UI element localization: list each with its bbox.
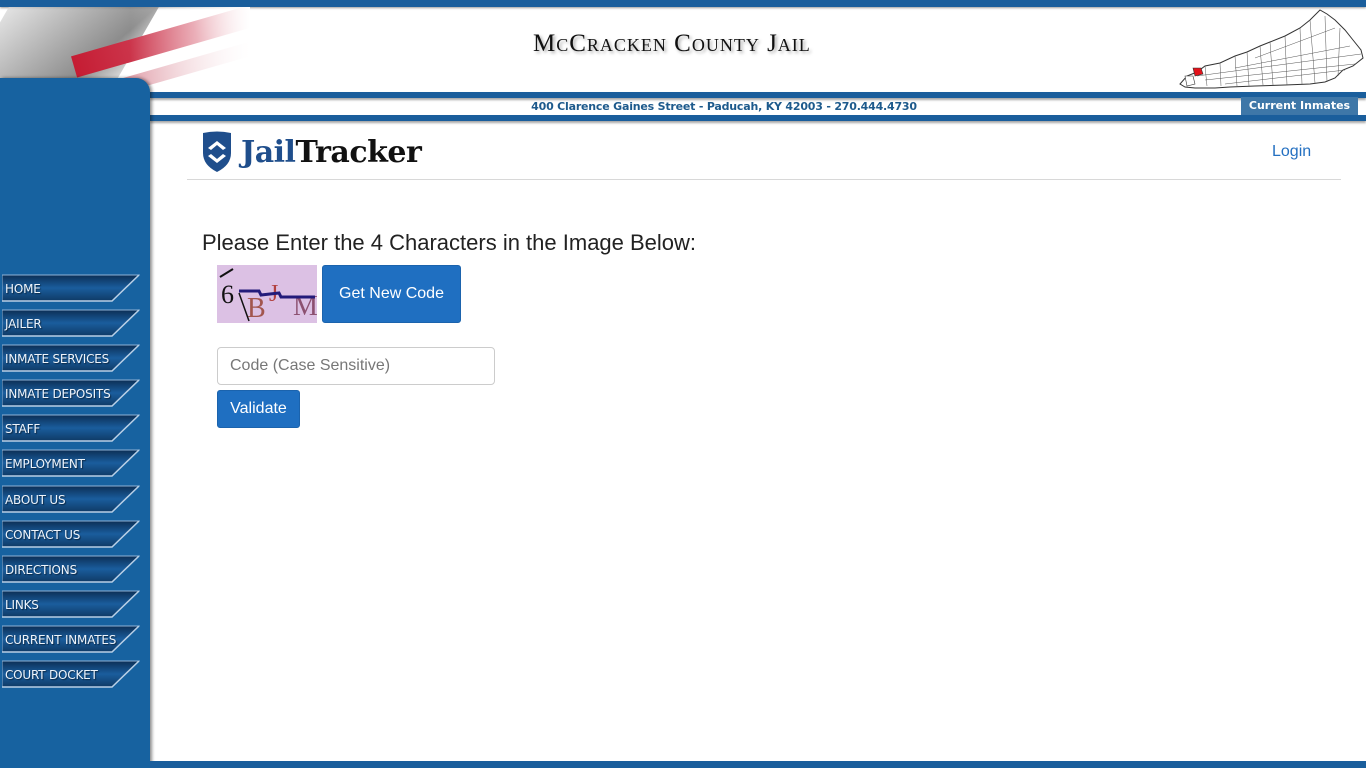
sidebar-item-label: INMATE DEPOSITS — [5, 387, 111, 402]
sidebar-item-label: DIRECTIONS — [5, 562, 77, 577]
logo-jail-text: Jail — [241, 134, 296, 170]
header-divider — [150, 115, 1366, 121]
sidebar-item-label: CURRENT INMATES — [5, 632, 117, 647]
top-stripe — [0, 0, 1366, 7]
sidebar-item-label: LINKS — [5, 597, 39, 612]
sidebar-item-label: ABOUT US — [5, 492, 66, 507]
sidebar-item-label: JAILER — [5, 317, 42, 332]
sidebar-item-inmate-services[interactable]: INMATE SERVICES — [2, 344, 142, 372]
sidebar-item-jailer[interactable]: JAILER — [2, 309, 142, 337]
login-link[interactable]: Login — [1272, 143, 1311, 161]
page: McCracken County Jail 400 Clarence Gaine… — [0, 0, 1366, 768]
sidebar-item-label: COURT DOCKET — [5, 668, 98, 683]
sidebar-item-label: STAFF — [5, 422, 41, 437]
header-divider-line — [187, 179, 1341, 180]
sidebar-item-contact-us[interactable]: CONTACT US — [2, 520, 142, 548]
jailtracker-shield-icon — [203, 131, 231, 172]
sidebar: HOME JAILER INMATE SERVICES INMATE DEPOSITS… — [0, 78, 150, 768]
sidebar-item-links[interactable]: LINKS — [2, 590, 142, 618]
captcha-prompt: Please Enter the 4 Characters in the Ima… — [202, 230, 697, 255]
captcha-char: 6 — [221, 280, 234, 309]
sidebar-item-label: CONTACT US — [5, 527, 81, 542]
kentucky-map-icon — [1179, 9, 1364, 89]
captcha-code-input[interactable] — [217, 347, 495, 385]
validate-button[interactable]: Validate — [217, 390, 300, 428]
sidebar-item-inmate-deposits[interactable]: INMATE DEPOSITS — [2, 379, 142, 408]
captcha-image: 6 B J M — [217, 265, 317, 323]
sidebar-item-home[interactable]: HOME — [2, 274, 142, 302]
logo-tracker-text: Tracker — [295, 134, 422, 170]
sidebar-nav: HOME JAILER INMATE SERVICES INMATE DEPOSITS… — [2, 274, 142, 695]
current-inmates-tab[interactable]: Current Inmates — [1241, 97, 1358, 115]
address-line: 400 Clarence Gaines Street - Paducah, KY… — [531, 100, 917, 113]
sidebar-item-label: EMPLOYMENT — [5, 457, 85, 472]
jailtracker-logo: JailTracker — [201, 131, 422, 173]
site-title: McCracken County Jail — [533, 30, 811, 57]
sidebar-item-current-inmates[interactable]: CURRENT INMATES — [2, 625, 142, 653]
sidebar-item-employment[interactable]: EMPLOYMENT — [2, 449, 142, 478]
sidebar-item-about-us[interactable]: ABOUT US — [2, 485, 142, 513]
footer-stripe — [150, 761, 1366, 768]
sidebar-item-directions[interactable]: DIRECTIONS — [2, 555, 142, 583]
sidebar-item-court-docket[interactable]: COURT DOCKET — [2, 660, 142, 688]
captcha-char: B — [247, 293, 266, 323]
sidebar-item-label: INMATE SERVICES — [5, 352, 110, 367]
sidebar-item-label: HOME — [5, 282, 41, 296]
header-divider — [150, 92, 1366, 98]
sidebar-item-staff[interactable]: STAFF — [2, 414, 142, 443]
get-new-code-button[interactable]: Get New Code — [322, 265, 461, 323]
